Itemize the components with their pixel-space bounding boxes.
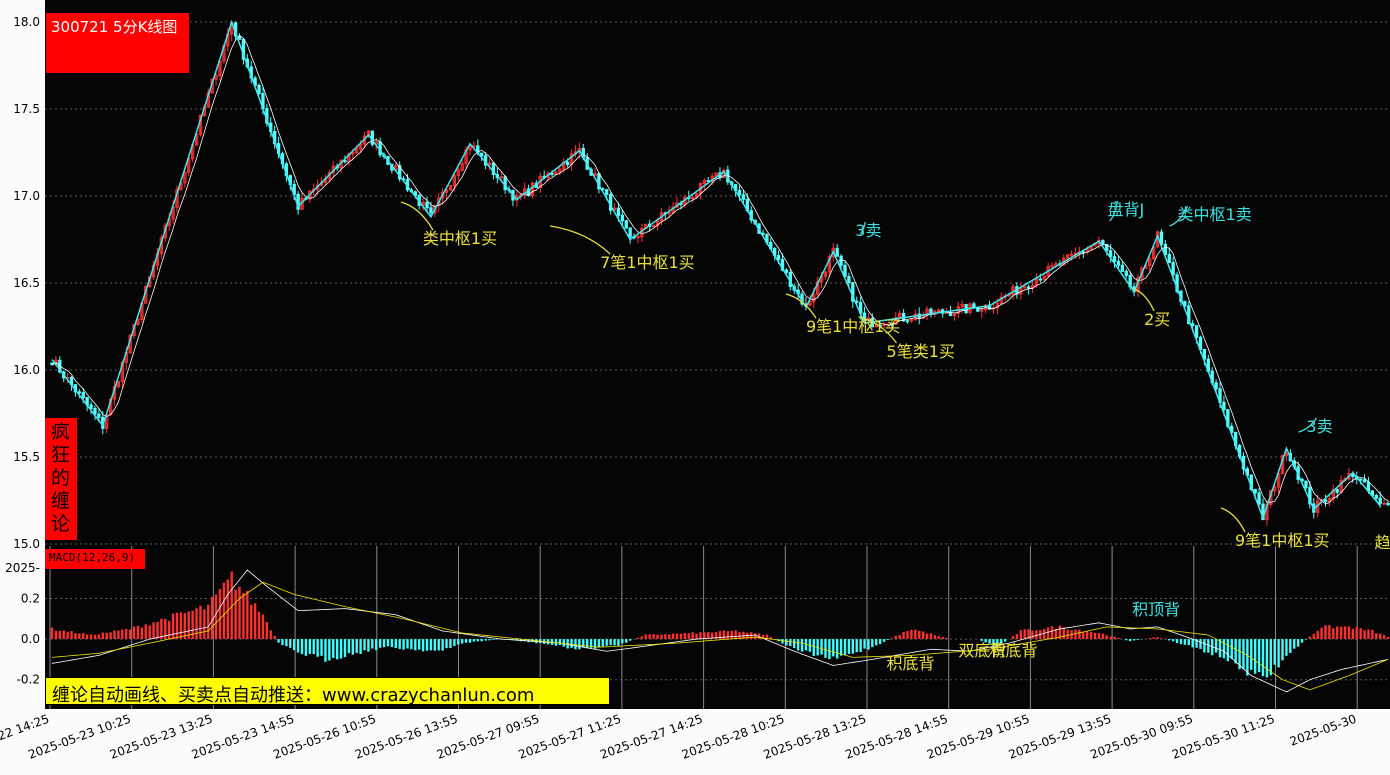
macd-top-label: 2025- — [5, 561, 40, 575]
candle-body — [499, 176, 503, 179]
annotation-label: 7笔1中枢1买 — [600, 253, 695, 272]
promo-banner: 缠论自动画线、买卖点自动推送：www.crazychanlun.com — [45, 677, 610, 706]
candle-body — [1112, 256, 1117, 262]
candle-body — [81, 392, 85, 399]
candle-body — [1257, 492, 1261, 505]
candle-body — [847, 276, 851, 284]
candle-body — [1026, 286, 1031, 289]
y-axis-ticks: 18.0 17.5 17.0 16.5 16.0 15.5 15.0 — [13, 15, 40, 551]
candle-body — [784, 269, 789, 273]
candle-body — [1386, 502, 1390, 506]
candle-body — [1382, 502, 1386, 505]
annotation-label: 趋背S1 — [1375, 533, 1390, 552]
chart-title: 300721 5分K线图 — [51, 18, 178, 36]
candle-body — [1167, 253, 1171, 264]
annotation-label: 9笔1中枢1买 — [806, 317, 901, 336]
candle-body — [1214, 382, 1218, 390]
candle-body — [1253, 488, 1257, 494]
candle-body — [425, 201, 429, 209]
macd-label: MACD(12,26,9) — [49, 551, 136, 564]
candle-body — [257, 84, 261, 95]
price-panel-bg — [45, 0, 1390, 552]
annotation-label: 3卖 — [855, 221, 881, 240]
candle-body — [1101, 240, 1105, 246]
candle-body — [77, 391, 82, 394]
candle-body — [835, 247, 839, 257]
x-axis-ticks: 2025-05-22 14:252025-05-23 10:252025-05-… — [0, 712, 1358, 762]
price-tick-label: 15.0 — [13, 537, 40, 551]
price-tick-label: 17.5 — [13, 102, 40, 116]
candle-body — [628, 227, 632, 238]
candle-body — [1116, 260, 1121, 266]
candle-body — [429, 207, 433, 214]
candle-body — [97, 413, 101, 418]
candle-body — [1194, 325, 1199, 338]
candle-body — [620, 214, 625, 222]
candle-body — [1171, 262, 1175, 276]
candle-body — [624, 220, 628, 229]
candle-body — [667, 212, 671, 215]
macd-axis-ticks: 0.2 0.0 -0.2 2025- — [5, 561, 40, 687]
candle-body — [89, 404, 93, 409]
candle-body — [1038, 278, 1042, 281]
macd-tick-label: 0.0 — [21, 632, 40, 646]
promo-text: 缠论自动画线、买卖点自动推送：www.crazychanlun.com — [52, 685, 535, 706]
title-box: 300721 5分K线图 — [45, 12, 190, 74]
candle-body — [1374, 494, 1378, 499]
candle-body — [1222, 401, 1226, 411]
candle-body — [1050, 265, 1054, 268]
price-tick-label: 16.0 — [13, 363, 40, 377]
candle-body — [1335, 489, 1339, 493]
annotation-label: 类中枢1买 — [423, 229, 497, 248]
candle-body — [480, 152, 484, 157]
candle-body — [1120, 264, 1125, 272]
candle-body — [776, 255, 781, 260]
annotation-label: 积顶背 — [1132, 600, 1180, 619]
annotation-label: 9笔1中枢1买 — [1235, 531, 1330, 550]
price-tick-label: 18.0 — [13, 15, 40, 29]
side-label-box: 疯狂的缠论 — [45, 418, 77, 540]
annotation-label: 积底背 — [990, 641, 1038, 660]
macd-tick-label: 0.2 — [21, 591, 40, 605]
candle-body — [1124, 270, 1128, 276]
candle-body — [905, 320, 910, 323]
candle-body — [1191, 323, 1195, 327]
annotation-label: 5笔类1买 — [887, 342, 955, 361]
annotation-label: 2买 — [1144, 310, 1170, 329]
candle-body — [1323, 499, 1328, 503]
candle-body — [737, 189, 742, 196]
side-label: 疯狂的缠论 — [51, 421, 71, 535]
candle-body — [690, 196, 695, 199]
candle-body — [1362, 479, 1367, 483]
annotation-label: 类中枢1卖 — [1178, 205, 1252, 224]
annotation-label: 3卖 — [1306, 417, 1332, 436]
macd-label-box: MACD(12,26,9) — [45, 549, 145, 569]
x-tick-label: 2025-05-30 — [1288, 712, 1358, 749]
price-tick-label: 17.0 — [13, 189, 40, 203]
annotation-label: 积底背 — [887, 654, 935, 673]
candle-body — [343, 160, 347, 163]
candle-body — [1069, 253, 1074, 256]
candle-body — [565, 161, 570, 166]
candle-body — [1304, 480, 1308, 489]
candle-body — [839, 255, 843, 266]
price-tick-label: 16.5 — [13, 276, 40, 290]
macd-tick-label: -0.2 — [17, 673, 40, 687]
candle-body — [741, 194, 746, 200]
price-tick-label: 15.5 — [13, 450, 40, 464]
chart-svg: 类中枢1买7笔1中枢1买3卖9笔1中枢1买5笔类1买盘背J 类中枢1卖2买3卖9笔… — [0, 0, 1390, 762]
candle-body — [1378, 497, 1382, 505]
candle-body — [616, 207, 621, 216]
candle-body — [605, 189, 609, 195]
